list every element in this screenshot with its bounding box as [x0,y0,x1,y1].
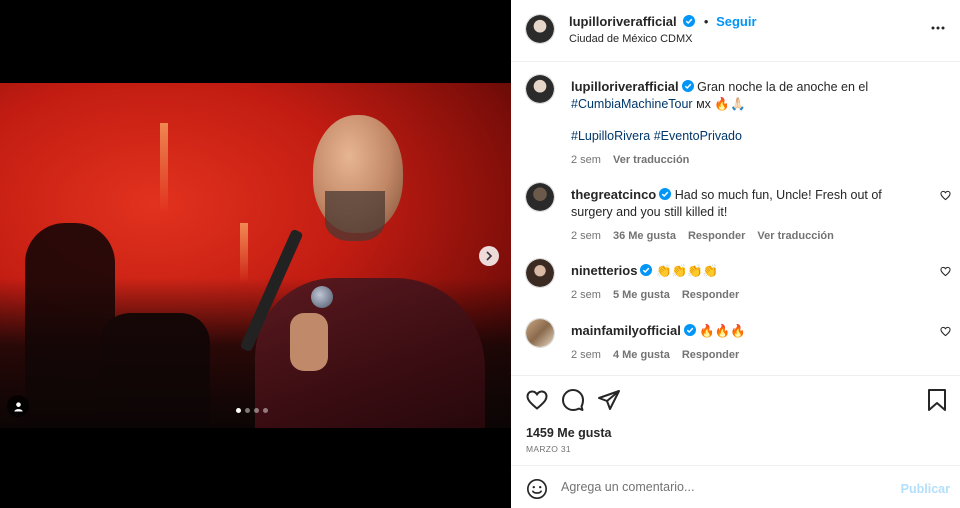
more-options-icon[interactable] [930,20,946,36]
author-row: lupilloriverafficial • Seguir [569,14,757,29]
commenter-username[interactable]: ninetterios [571,263,637,278]
author-username[interactable]: lupilloriverafficial [569,14,677,29]
chevron-right-icon [486,251,493,261]
reply-button[interactable]: Responder [682,349,739,361]
like-heart-icon[interactable] [525,388,549,412]
singer-hand [290,313,328,371]
publish-button[interactable]: Publicar [901,482,950,496]
see-translation-button[interactable]: Ver traducción [613,154,689,166]
comment-meta: 2 sem 36 Me gusta Responder Ver traducción [571,228,926,245]
commenter-avatar[interactable] [525,258,555,288]
like-comment-heart-icon[interactable] [940,190,951,201]
author-avatar[interactable] [525,74,555,104]
microphone-head [311,286,333,308]
verified-badge-icon [683,15,696,27]
singer-beard [325,191,385,241]
carousel-dot-active [236,408,241,413]
caption-body: lupilloriverafficial Gran noche la de an… [571,78,926,169]
caption-text: Gran noche la de anoche en el [697,80,869,94]
post-media-panel [0,0,511,508]
reply-button[interactable]: Responder [688,230,745,242]
share-paper-plane-icon[interactable] [597,388,621,412]
caption-meta: 2 sem Ver traducción [571,152,926,169]
post-date[interactable]: MARZO 31 [526,444,571,454]
post-location[interactable]: Ciudad de México CDMX [569,33,693,45]
tagged-users-button[interactable] [7,395,29,417]
like-comment-heart-icon[interactable] [940,326,951,337]
like-comment-heart-icon[interactable] [940,266,951,277]
comment-time[interactable]: 2 sem [571,349,601,361]
comment-body: thegreatcinco Had so much fun, Uncle! Fr… [571,186,926,245]
comment-composer: Publicar [511,467,960,508]
post-actions: 1459 Me gusta MARZO 31 [511,376,960,466]
separator-dot: • [703,14,709,29]
carousel-next-button[interactable] [479,246,499,266]
likes-count[interactable]: 1459 Me gusta [526,426,611,440]
stage-light [240,223,248,283]
carousel-dot [254,408,259,413]
author-avatar[interactable] [525,14,555,44]
comment-bubble-icon[interactable] [561,388,585,412]
caption-time[interactable]: 2 sem [571,154,601,166]
comment-likes[interactable]: 5 Me gusta [613,289,670,301]
caption-emojis: ᴍx 🔥🙏🏻 [696,97,746,111]
hashtag-link[interactable]: #LupilloRivera [571,129,650,143]
comment-likes[interactable]: 36 Me gusta [613,230,676,242]
comment-text: 👏👏👏👏 [655,264,719,278]
commenter-avatar[interactable] [525,182,555,212]
comment-text: 🔥🔥🔥 [699,324,746,338]
post-photo[interactable] [0,83,511,428]
caption-author[interactable]: lupilloriverafficial [571,79,679,94]
carousel-dots [236,408,268,413]
stage-light [160,123,168,213]
comments-list: lupilloriverafficial Gran noche la de an… [511,62,960,376]
follow-button[interactable]: Seguir [716,14,756,29]
emoji-smiley-icon[interactable] [526,478,548,500]
hashtag-link[interactable]: #CumbiaMachineTour [571,97,693,111]
carousel-dot [263,408,268,413]
comment-time[interactable]: 2 sem [571,289,601,301]
comment-meta: 2 sem 4 Me gusta Responder [571,347,926,364]
commenter-avatar[interactable] [525,318,555,348]
verified-badge-icon [640,264,653,276]
comment-body: ninetterios 👏👏👏👏 2 sem 5 Me gusta Responde… [571,262,926,304]
commenter-username[interactable]: mainfamilyofficial [571,323,681,338]
comment-body: mainfamilyofficial 🔥🔥🔥 2 sem 4 Me gusta Re… [571,322,926,364]
comment-meta: 2 sem 5 Me gusta Responder [571,287,926,304]
comment-time[interactable]: 2 sem [571,230,601,242]
comment-input[interactable] [561,477,881,497]
post-sidebar: lupilloriverafficial • Seguir Ciudad de … [511,0,960,508]
carousel-dot [245,408,250,413]
see-translation-button[interactable]: Ver traducción [757,230,833,242]
verified-badge-icon [659,188,672,200]
hashtag-link[interactable]: #EventoPrivado [654,129,742,143]
commenter-username[interactable]: thegreatcinco [571,187,656,202]
save-bookmark-icon[interactable] [926,388,948,412]
post-header: lupilloriverafficial • Seguir Ciudad de … [511,0,960,62]
user-tag-icon [13,401,23,412]
verified-badge-icon [681,80,694,92]
reply-button[interactable]: Responder [682,289,739,301]
comment-likes[interactable]: 4 Me gusta [613,349,670,361]
verified-badge-icon [683,324,696,336]
